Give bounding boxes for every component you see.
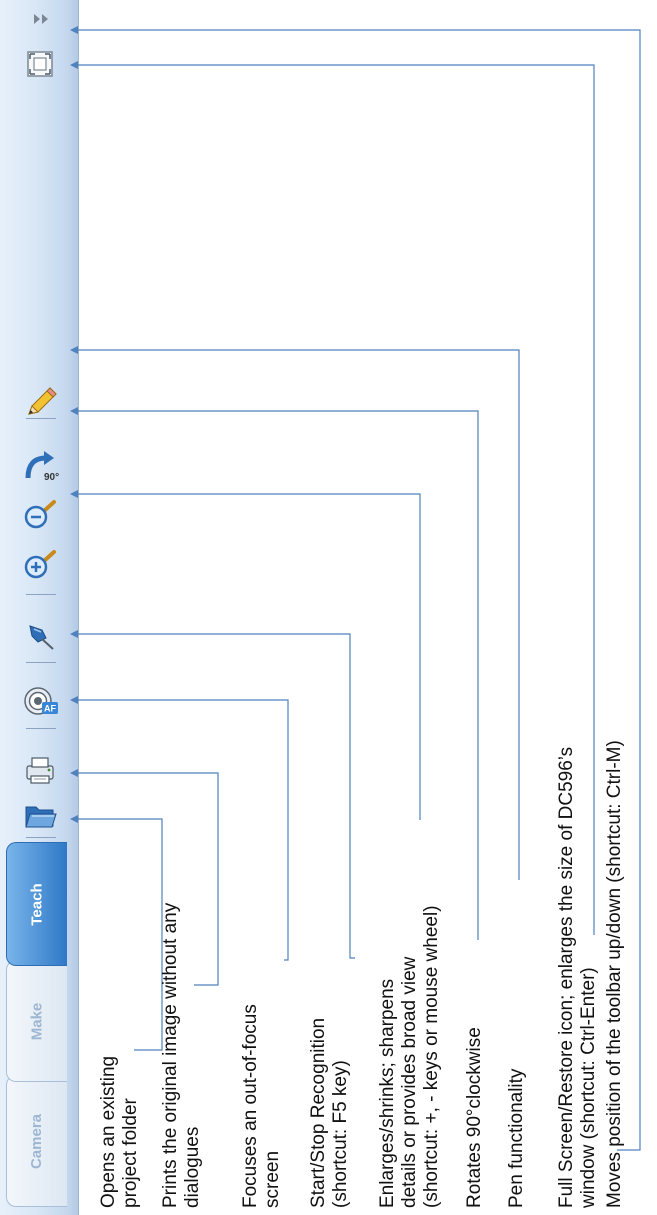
annotation-line: (shortcut: F5 key): [330, 1060, 351, 1208]
tab-camera-label: Camera: [28, 1113, 46, 1169]
toolbar-diagram: Camera Make Teach AF 90° Opens an existi…: [0, 0, 657, 1215]
toolbar-separator: [26, 837, 56, 838]
leader-pen: [76, 349, 520, 880]
tab-teach-label: Teach: [28, 882, 46, 926]
tab-make-label: Make: [28, 1002, 46, 1040]
annotation-line: Prints the original image without any: [160, 902, 181, 1208]
annotation-auto-focus: Focuses an out-of-focus screen: [240, 1004, 284, 1208]
leader-fullscreen: [76, 64, 595, 935]
svg-text:AF: AF: [44, 704, 56, 714]
tab-make[interactable]: Make: [6, 960, 67, 1082]
toolbar-separator: [26, 662, 56, 663]
fullscreen-icon[interactable]: [20, 47, 60, 83]
annotation-line: (shortcut: +, - keys or mouse wheel): [421, 905, 442, 1208]
annotation-open-folder: Opens an existing project folder: [98, 1056, 142, 1208]
zoom-in-icon[interactable]: [20, 547, 60, 583]
leader-rotate: [76, 410, 479, 940]
annotation-line: Opens an existing: [98, 1055, 119, 1208]
annotation-line: Focuses an out-of-focus: [240, 1004, 261, 1208]
annotation-line: Moves position of the toolbar up/down (s…: [604, 740, 625, 1208]
leader-zoom: [76, 493, 421, 820]
annotation-line: Start/Stop Recognition: [308, 1017, 329, 1208]
svg-text:90°: 90°: [44, 472, 59, 483]
annotation-fullscreen: Full Screen/Restore icon; enlarges the s…: [556, 747, 600, 1208]
zoom-out-icon[interactable]: [20, 497, 60, 533]
annotation-line: details or provides broad view: [399, 956, 420, 1208]
open-folder-icon[interactable]: [20, 798, 60, 834]
auto-focus-icon[interactable]: AF: [20, 683, 60, 719]
printer-icon[interactable]: [20, 752, 60, 788]
toolbar-separator: [26, 728, 56, 729]
annotation-print: Prints the original image without any di…: [160, 903, 204, 1208]
annotation-zoom: Enlarges/shrinks; sharpens details or pr…: [377, 905, 443, 1208]
pin-icon[interactable]: [20, 618, 60, 654]
annotation-line: Full Screen/Restore icon; enlarges the s…: [556, 746, 577, 1208]
vertical-toolbar: Camera Make Teach AF 90°: [0, 0, 79, 1215]
leader-open-folder: [76, 818, 163, 1051]
annotation-line: Rotates 90°clockwise: [464, 1027, 485, 1208]
rotate-90-icon[interactable]: 90°: [20, 448, 60, 484]
tab-camera[interactable]: Camera: [6, 1075, 67, 1207]
annotation-rotate: Rotates 90°clockwise: [464, 1027, 486, 1208]
annotation-recognition: Start/Stop Recognition (shortcut: F5 key…: [308, 1018, 352, 1208]
leader-recognition: [76, 633, 355, 959]
annotation-line: screen: [262, 1150, 283, 1208]
annotation-line: Pen functionality: [506, 1068, 527, 1208]
annotation-move-toolbar: Moves position of the toolbar up/down (s…: [604, 740, 626, 1208]
annotation-line: Enlarges/shrinks; sharpens: [377, 978, 398, 1208]
annotation-pen: Pen functionality: [506, 1069, 528, 1208]
annotation-line: window (shortcut: Ctrl-Enter): [578, 967, 599, 1208]
toolbar-separator: [26, 594, 56, 595]
double-chevron-icon[interactable]: [20, 4, 60, 34]
pen-icon[interactable]: [20, 384, 60, 420]
annotation-line: dialogues: [182, 1126, 203, 1208]
tab-teach[interactable]: Teach: [6, 842, 67, 966]
annotation-line: project folder: [120, 1098, 141, 1208]
